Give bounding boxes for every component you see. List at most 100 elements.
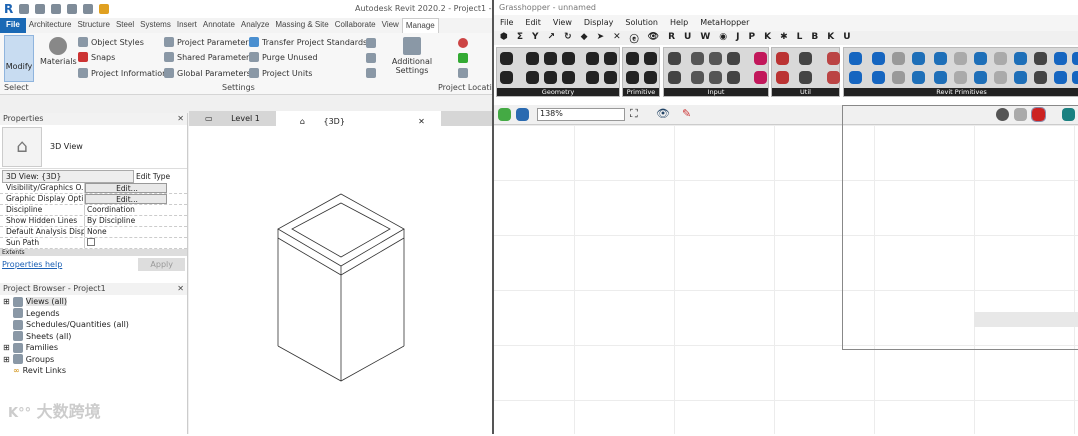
gh-component-icon[interactable] xyxy=(604,71,617,84)
sun-path-checkbox[interactable] xyxy=(85,238,167,248)
panel-label[interactable]: Revit Primitives xyxy=(844,88,1078,96)
object-styles-button[interactable]: Object Styles xyxy=(78,37,144,47)
gh-component-icon[interactable] xyxy=(644,52,657,65)
gh-component-icon[interactable] xyxy=(562,71,575,84)
open-file-icon[interactable] xyxy=(498,108,511,121)
gh-tab[interactable]: L xyxy=(797,32,803,44)
location-icon[interactable] xyxy=(458,38,468,48)
menu-metahopper[interactable]: MetaHopper xyxy=(700,18,749,28)
tree-item-schedules[interactable]: Schedules/Quantities (all) xyxy=(3,319,184,331)
gh-tab[interactable]: R xyxy=(668,32,675,44)
gh-component-icon[interactable] xyxy=(912,52,925,65)
project-parameters-button[interactable]: Project Parameters xyxy=(164,37,253,47)
dropdown-icon-3[interactable] xyxy=(366,68,376,78)
gh-tab[interactable]: U xyxy=(684,32,691,44)
properties-help-link[interactable]: Properties help xyxy=(2,260,62,269)
gh-component-icon[interactable] xyxy=(1054,52,1067,65)
gh-component-icon[interactable] xyxy=(500,71,513,84)
gh-tab[interactable]: ✕ xyxy=(613,32,621,44)
gh-component-icon[interactable] xyxy=(526,71,539,84)
materials-button[interactable]: Materials xyxy=(40,37,77,66)
gh-tab[interactable]: ➤ xyxy=(597,32,605,44)
gh-component-icon[interactable] xyxy=(934,52,947,65)
select-panel-label[interactable]: Select xyxy=(4,83,29,92)
revit-logo[interactable]: R xyxy=(4,2,13,16)
tree-item-views[interactable]: ⊞ Views (all) xyxy=(3,296,184,308)
gh-component-icon[interactable] xyxy=(668,52,681,65)
value[interactable]: By Discipline xyxy=(85,216,167,226)
tree-item-sheets[interactable]: Sheets (all) xyxy=(3,331,184,343)
gh-component-icon[interactable] xyxy=(727,52,740,65)
gh-component-icon[interactable] xyxy=(544,52,557,65)
3d-model-box[interactable] xyxy=(189,126,492,434)
gh-component-icon[interactable] xyxy=(892,71,905,84)
view-selector-dropdown[interactable]: 3D View: {3D} xyxy=(2,169,134,183)
gh-component-icon[interactable] xyxy=(626,71,639,84)
edit-button[interactable]: Edit... xyxy=(85,194,167,204)
gh-component-icon[interactable] xyxy=(912,71,925,84)
panel-label[interactable]: Util xyxy=(772,88,839,96)
gh-component-icon[interactable] xyxy=(872,71,885,84)
gh-tab[interactable]: K xyxy=(764,32,771,44)
gh-tab[interactable]: ⓔ xyxy=(630,32,639,45)
gh-component-icon[interactable] xyxy=(544,71,557,84)
gh-component-icon[interactable] xyxy=(1072,71,1078,84)
3d-view-icon[interactable] xyxy=(83,4,94,14)
gh-tab[interactable]: W xyxy=(700,32,710,44)
gh-component-icon[interactable] xyxy=(500,52,513,65)
gh-component-icon[interactable] xyxy=(1072,52,1078,65)
sketch-pen-icon[interactable]: ✎ xyxy=(682,107,691,120)
gh-tab[interactable]: U xyxy=(843,32,850,44)
close-icon[interactable]: ✕ xyxy=(177,284,184,294)
sync-icon[interactable] xyxy=(51,4,62,14)
gh-component-icon[interactable] xyxy=(827,71,840,84)
dynamo-icon[interactable] xyxy=(99,4,110,14)
global-parameters-button[interactable]: Global Parameters xyxy=(164,68,251,78)
tree-item-revit-links[interactable]: ∞ Revit Links xyxy=(3,365,184,377)
menu-solution[interactable]: Solution xyxy=(625,18,658,28)
gh-component-icon[interactable] xyxy=(754,52,767,65)
menu-edit[interactable]: Edit xyxy=(525,18,541,28)
menu-view[interactable]: View xyxy=(553,18,572,28)
gh-component-icon[interactable] xyxy=(776,71,789,84)
dropdown-icon-2[interactable] xyxy=(366,53,376,63)
gh-component-icon[interactable] xyxy=(668,71,681,84)
snaps-button[interactable]: Snaps xyxy=(78,52,115,62)
gh-component-icon[interactable] xyxy=(776,52,789,65)
modify-button[interactable]: Modify xyxy=(4,35,34,82)
gh-component-icon[interactable] xyxy=(562,52,575,65)
tree-item-families[interactable]: ⊞ Families xyxy=(3,342,184,354)
close-icon[interactable]: ✕ xyxy=(410,114,433,126)
gh-tab[interactable]: ◆ xyxy=(581,32,588,44)
value[interactable]: None xyxy=(85,227,167,237)
gh-component-icon[interactable] xyxy=(526,52,539,65)
menu-file[interactable]: File xyxy=(500,18,513,28)
gh-component-icon[interactable] xyxy=(586,52,599,65)
menu-display[interactable]: Display xyxy=(584,18,614,28)
tree-item-groups[interactable]: ⊞ Groups xyxy=(3,354,184,366)
menu-help[interactable]: Help xyxy=(670,18,688,28)
tab-architecture[interactable]: Architecture xyxy=(26,18,75,33)
gh-tab[interactable]: ↗ xyxy=(548,32,556,44)
preview-eye-icon[interactable]: 👁 xyxy=(656,107,670,120)
transfer-standards-button[interactable]: Transfer Project Standards xyxy=(249,37,367,47)
gh-component-icon[interactable] xyxy=(994,71,1007,84)
project-units-button[interactable]: Project Units xyxy=(249,68,312,78)
tab-view[interactable]: View xyxy=(379,18,402,33)
gh-canvas[interactable] xyxy=(494,105,1078,434)
zoom-extents-icon[interactable]: ⛶ xyxy=(630,107,638,121)
gh-component-icon[interactable] xyxy=(1014,52,1027,65)
gh-component-icon[interactable] xyxy=(827,52,840,65)
gh-component-icon[interactable] xyxy=(934,71,947,84)
gh-component-icon[interactable] xyxy=(849,52,862,65)
gh-component-icon[interactable] xyxy=(644,71,657,84)
gh-tab[interactable]: J xyxy=(736,32,739,44)
gh-component-icon[interactable] xyxy=(691,71,704,84)
gh-component-icon[interactable] xyxy=(799,71,812,84)
gh-tab[interactable]: Σ xyxy=(517,32,523,44)
gh-component-icon[interactable] xyxy=(892,52,905,65)
tab-insert[interactable]: Insert xyxy=(174,18,200,33)
gh-tab[interactable]: ◉ xyxy=(719,32,727,44)
tab-analyze[interactable]: Analyze xyxy=(238,18,272,33)
gh-component-icon[interactable] xyxy=(974,71,987,84)
